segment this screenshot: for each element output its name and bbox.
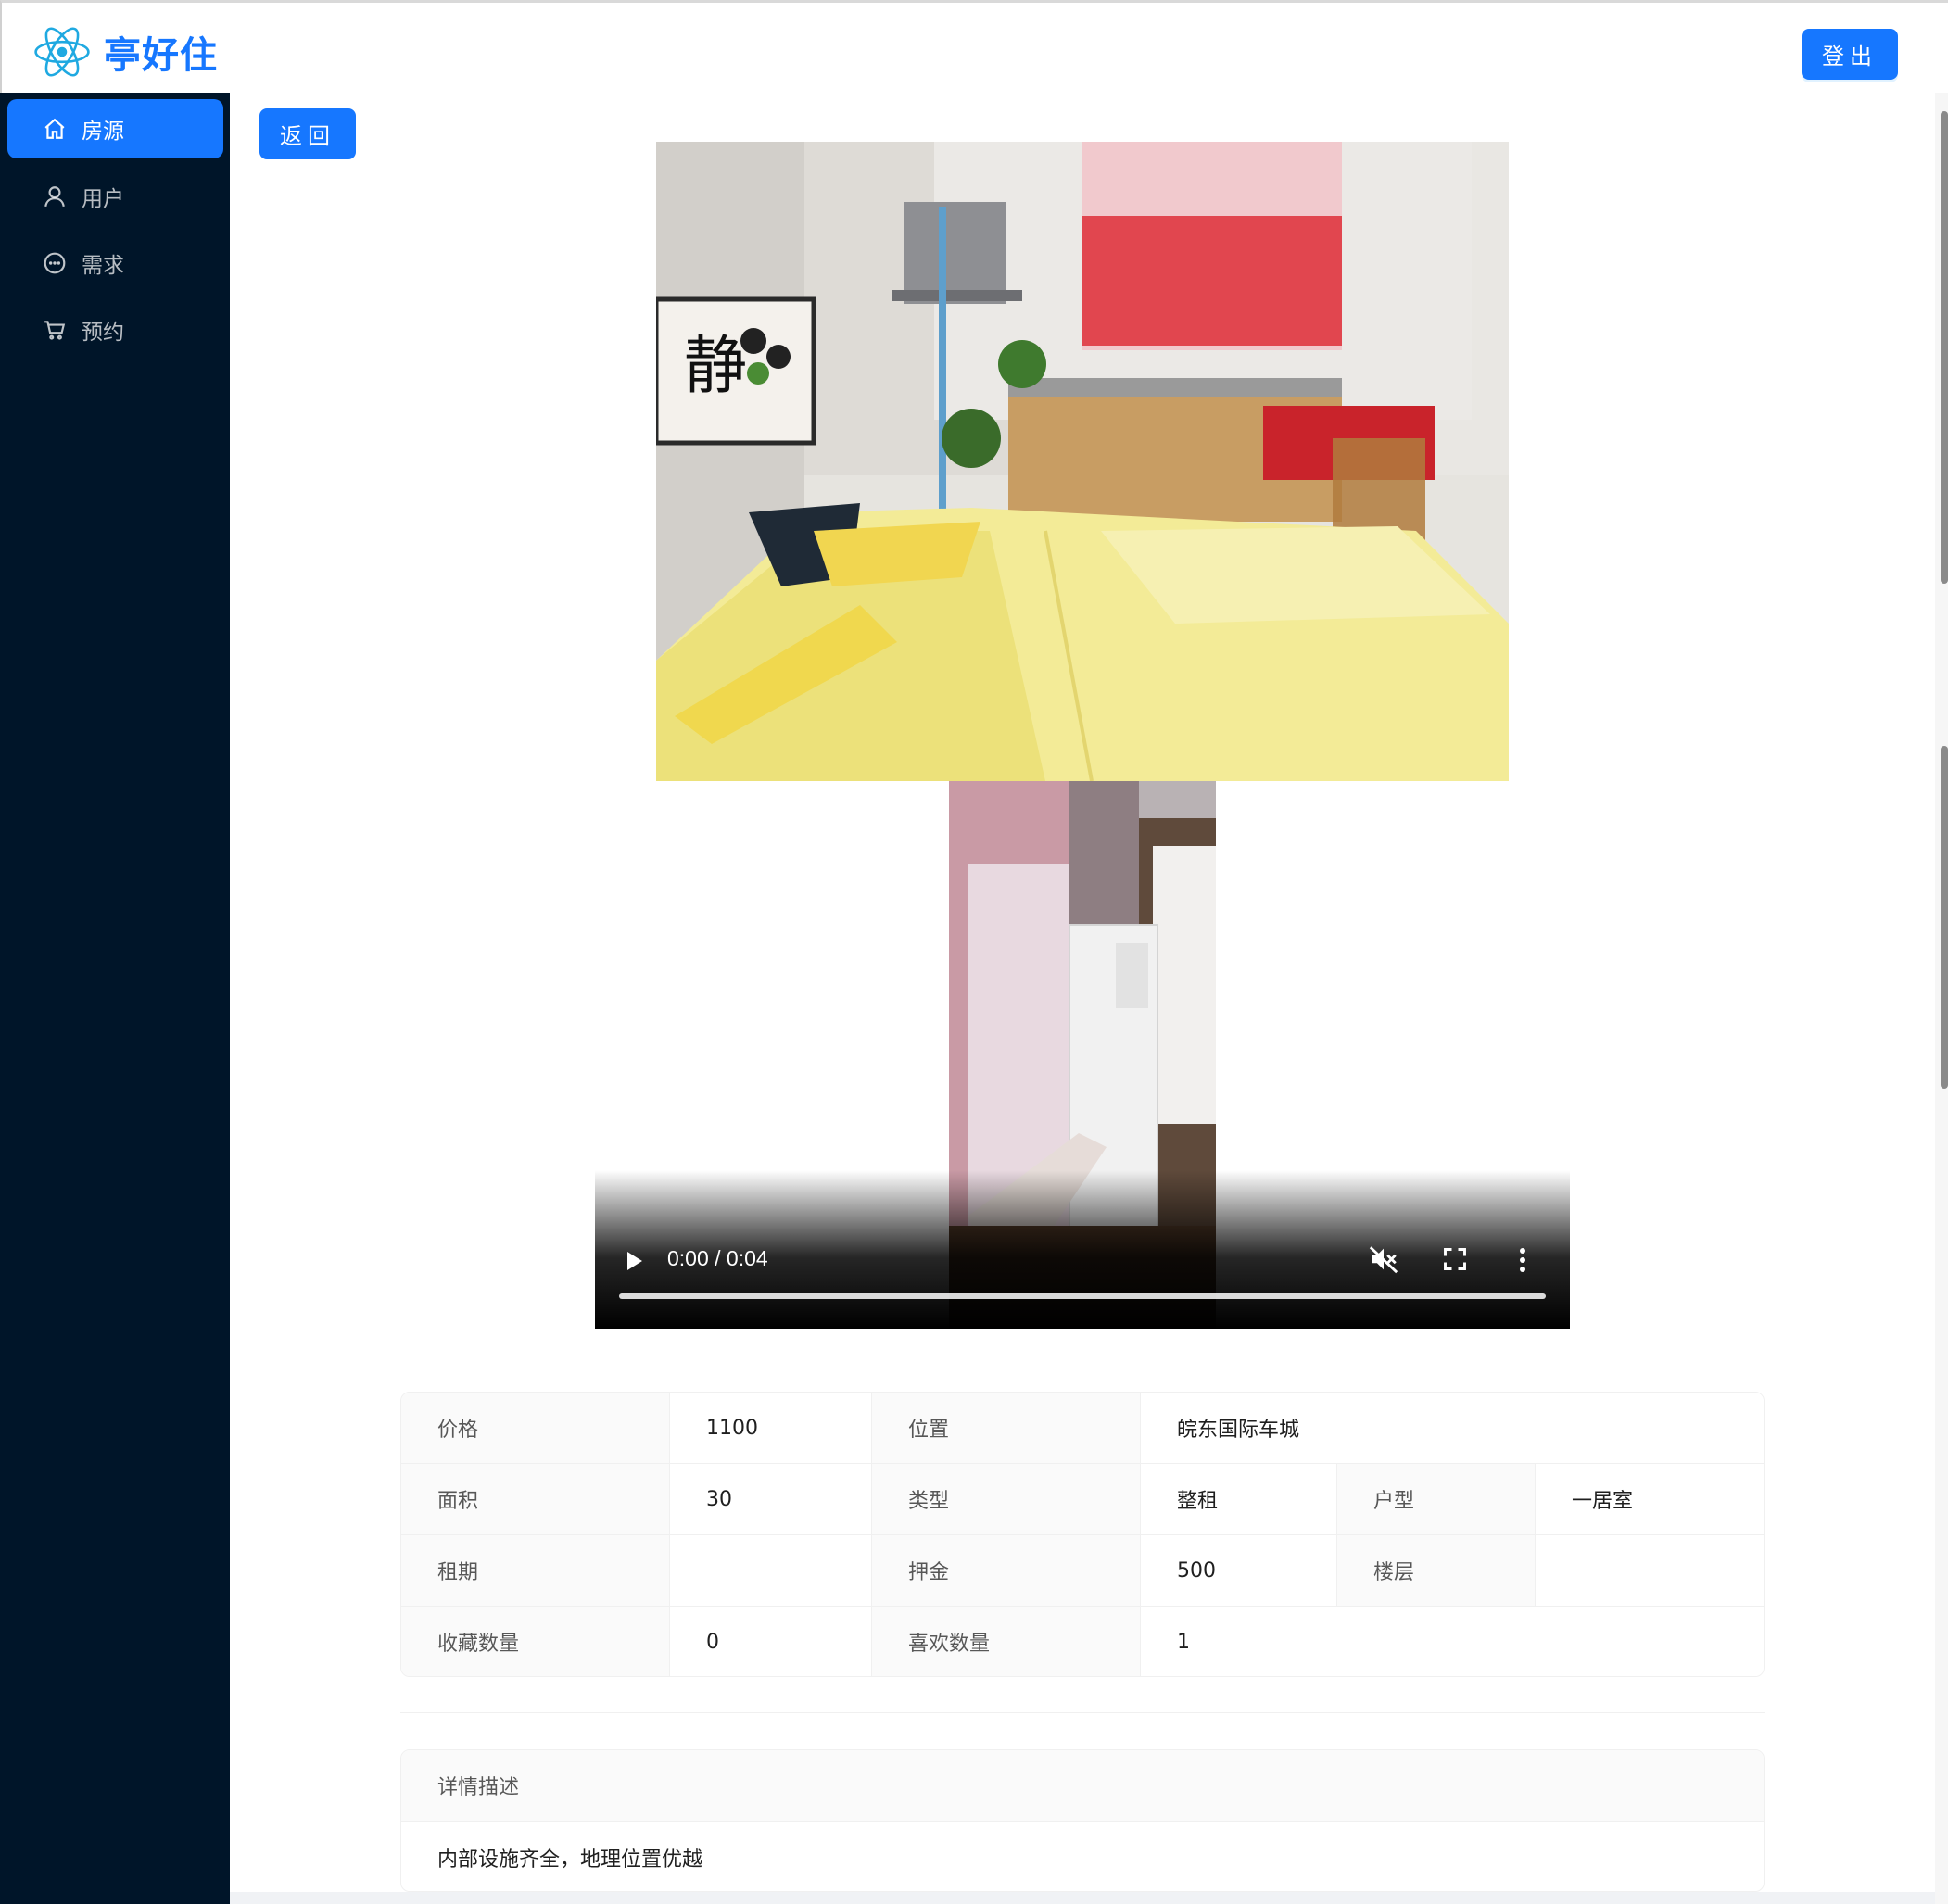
scrollbar-thumb-secondary[interactable] (1941, 746, 1948, 1089)
back-button[interactable]: 返回 (259, 108, 356, 159)
deposit-value: 500 (1141, 1535, 1337, 1606)
video-progress-bar[interactable] (619, 1293, 1546, 1299)
scrollbar-thumb[interactable] (1941, 111, 1948, 584)
location-label: 位置 (872, 1393, 1141, 1463)
sidebar-item-label: 预约 (82, 321, 124, 345)
user-icon (43, 184, 67, 208)
price-label: 价格 (401, 1393, 670, 1463)
sidebar-item-listings[interactable]: 房源 (7, 99, 223, 158)
area-value: 30 (670, 1464, 872, 1534)
table-row: 收藏数量 0 喜欢数量 1 (401, 1607, 1764, 1676)
sidebar-item-label: 房源 (82, 120, 124, 144)
play-icon[interactable] (625, 1249, 645, 1273)
sidebar: 房源 用户 需求 预约 (0, 93, 230, 1904)
message-icon (43, 251, 67, 275)
likes-value: 1 (1141, 1607, 1764, 1676)
area-label: 面积 (401, 1464, 670, 1534)
fullscreen-icon[interactable] (1442, 1246, 1468, 1272)
app-logo[interactable]: 亭好住 (33, 23, 218, 81)
room-photo: 静 (656, 142, 1509, 781)
app-name: 亭好住 (104, 34, 218, 77)
deposit-label: 押金 (872, 1535, 1141, 1606)
property-details-table: 价格 1100 位置 皖东国际车城 面积 30 类型 整租 户型 一居室 租期 … (400, 1392, 1765, 1677)
type-label: 类型 (872, 1464, 1141, 1534)
logout-button[interactable]: 登出 (1802, 29, 1898, 80)
main-content: 返回 静 0:00 / 0:04 价格 1100 位置 皖东国际车城 面积 30… (230, 93, 1935, 1892)
home-icon (43, 117, 67, 141)
likes-label: 喜欢数量 (872, 1607, 1141, 1676)
cart-icon (43, 318, 67, 342)
sidebar-item-appointments[interactable]: 预约 (7, 300, 223, 359)
sidebar-item-label: 用户 (82, 187, 124, 211)
table-row: 租期 押金 500 楼层 (401, 1535, 1764, 1607)
room-video[interactable]: 0:00 / 0:04 (595, 781, 1570, 1329)
table-row: 面积 30 类型 整租 户型 一居室 (401, 1464, 1764, 1535)
top-header: 亭好住 登出 (0, 0, 1948, 93)
layout-value: 一居室 (1536, 1464, 1764, 1534)
muted-icon[interactable] (1368, 1243, 1399, 1275)
floor-value (1536, 1535, 1764, 1606)
favorites-label: 收藏数量 (401, 1607, 670, 1676)
react-logo-icon (34, 27, 90, 77)
price-value: 1100 (670, 1393, 872, 1463)
lease-value (670, 1535, 872, 1606)
sidebar-item-label: 需求 (82, 254, 124, 278)
svg-text:静: 静 (684, 330, 747, 403)
sidebar-item-requests[interactable]: 需求 (7, 233, 223, 293)
table-row: 价格 1100 位置 皖东国际车城 (401, 1393, 1764, 1464)
section-divider (400, 1712, 1765, 1713)
floor-label: 楼层 (1337, 1535, 1536, 1606)
sidebar-item-users[interactable]: 用户 (7, 167, 223, 226)
favorites-value: 0 (670, 1607, 872, 1676)
video-time: 0:00 / 0:04 (667, 1246, 768, 1270)
description-title: 详情描述 (401, 1750, 1764, 1822)
type-value: 整租 (1141, 1464, 1337, 1534)
description-card: 详情描述 内部设施齐全，地理位置优越 (400, 1749, 1765, 1892)
description-text: 内部设施齐全，地理位置优越 (437, 1847, 703, 1872)
layout-label: 户型 (1337, 1464, 1536, 1534)
more-options-icon[interactable] (1518, 1246, 1527, 1274)
lease-label: 租期 (401, 1535, 670, 1606)
location-value: 皖东国际车城 (1141, 1393, 1764, 1463)
